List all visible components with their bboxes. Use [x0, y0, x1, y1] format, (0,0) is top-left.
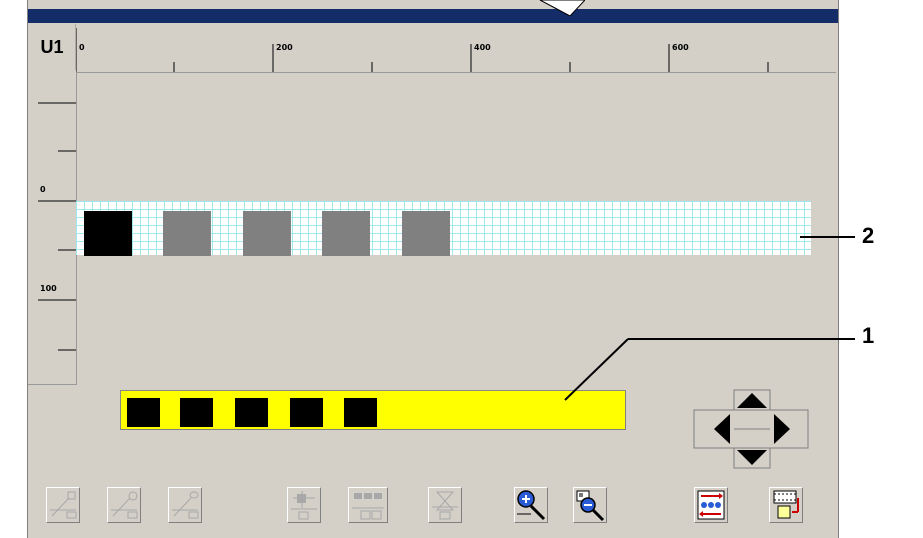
callout-label-2: 2 [862, 223, 875, 248]
callout-label-1: 1 [862, 323, 875, 348]
callout-lines [564, 236, 855, 401]
